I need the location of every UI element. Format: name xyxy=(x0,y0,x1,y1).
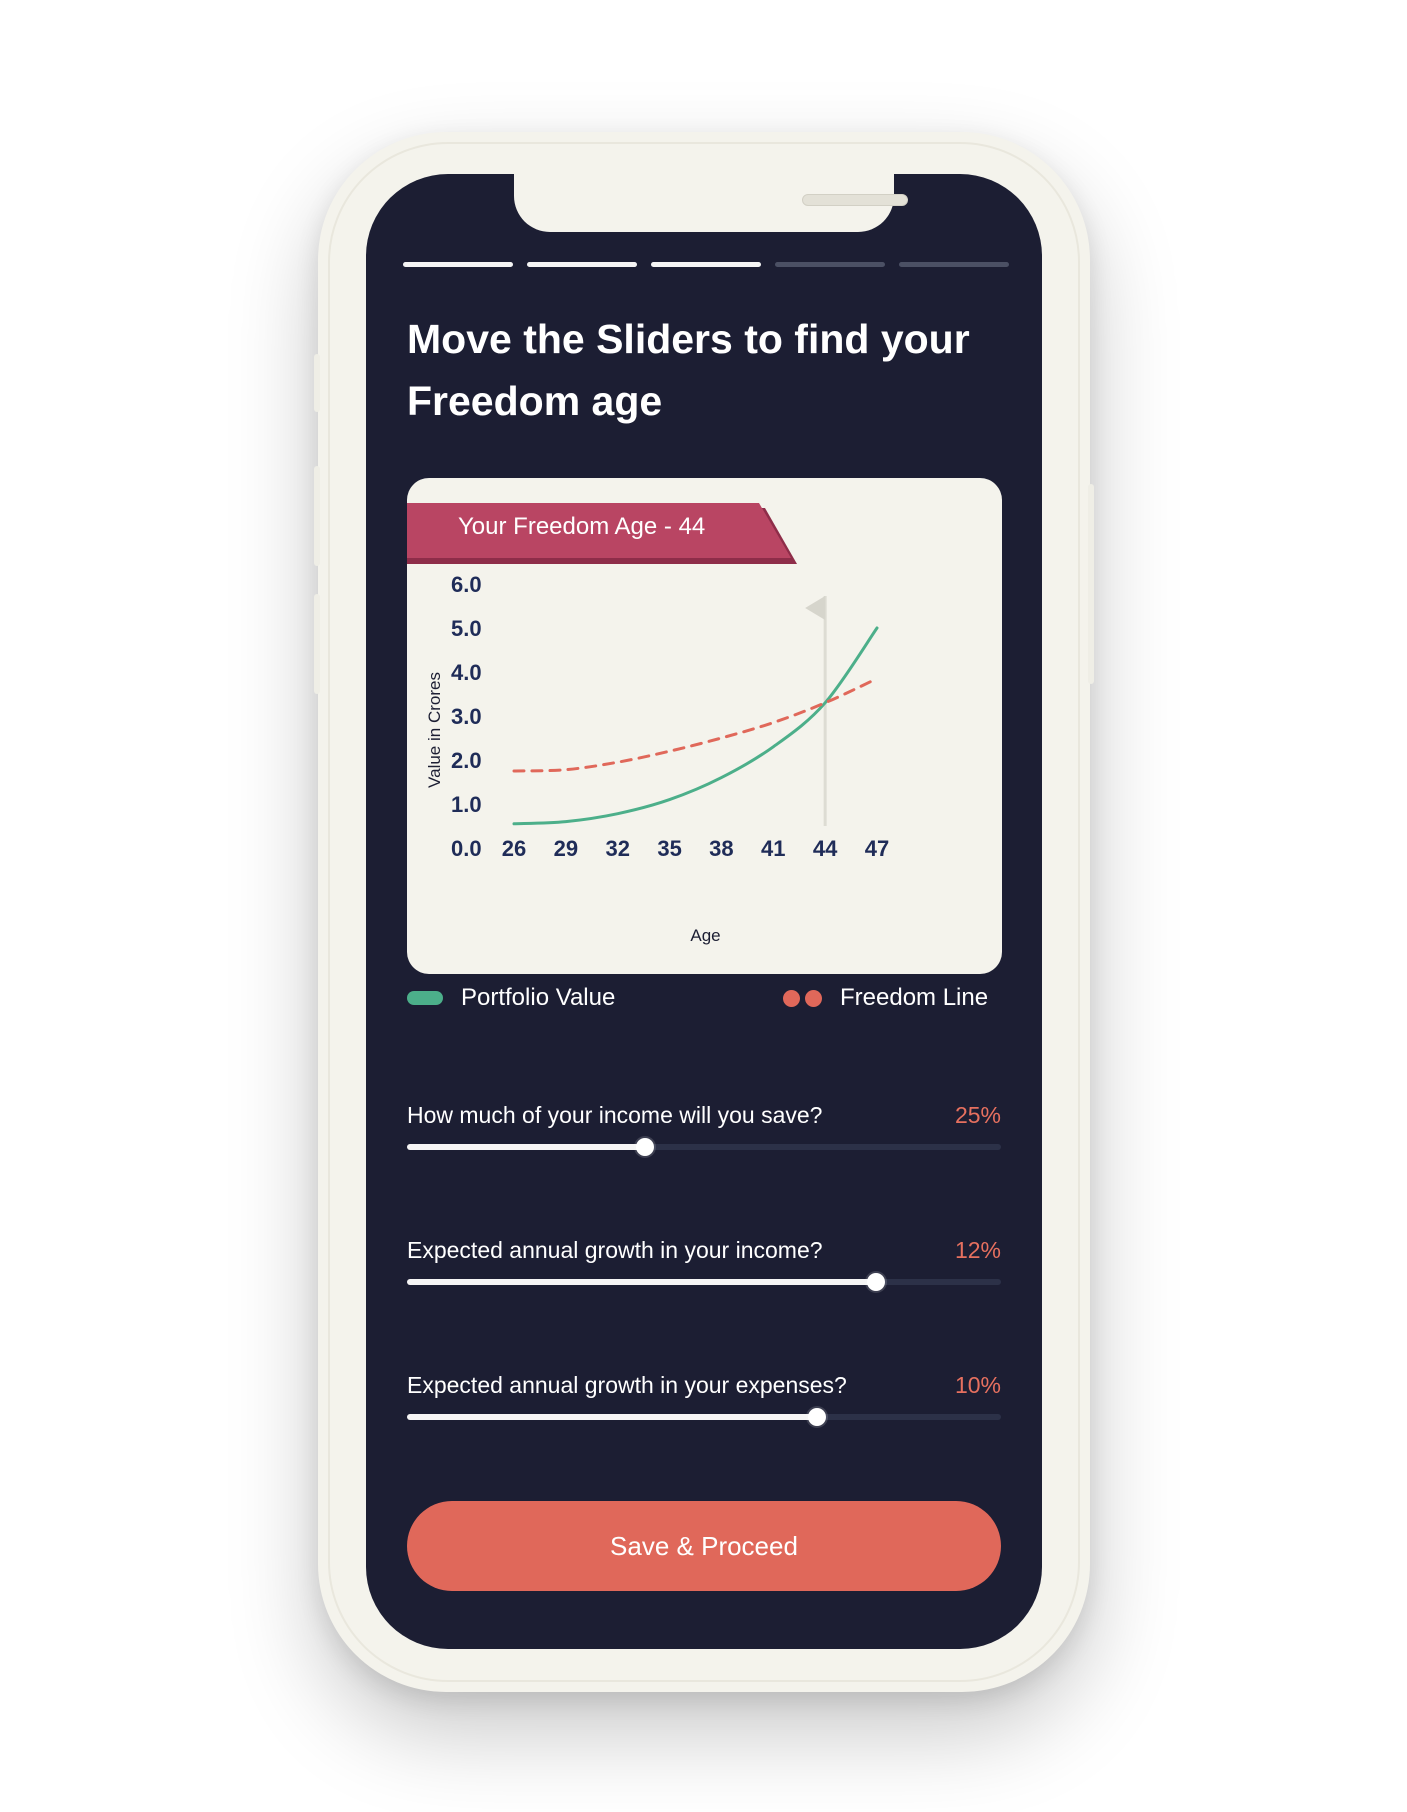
income-growth-slider-label: Expected annual growth in your income? xyxy=(407,1237,823,1263)
notch xyxy=(514,174,908,232)
speaker-grille xyxy=(802,194,908,206)
y-tick-label: 2.0 xyxy=(451,748,482,773)
progress-step-3 xyxy=(651,262,761,267)
income-growth-slider-group: Expected annual growth in your income? 1… xyxy=(407,1235,1001,1315)
x-tick-label: 44 xyxy=(813,836,838,861)
savings-slider-label: How much of your income will you save? xyxy=(407,1102,823,1128)
savings-slider-group: How much of your income will you save? 2… xyxy=(407,1100,1001,1180)
y-tick-label: 4.0 xyxy=(451,660,482,685)
x-tick-label: 26 xyxy=(502,836,526,861)
x-tick-label: 47 xyxy=(865,836,889,861)
expense-growth-slider-thumb[interactable] xyxy=(807,1408,826,1426)
freedom-chart-card: 0.0 1.0 2.0 3.0 4.0 5.0 6.0 26 29 32 35 38 41 44 47 Age… xyxy=(407,478,1002,974)
progress-step-2 xyxy=(527,262,637,267)
income-growth-slider-thumb[interactable] xyxy=(867,1273,886,1291)
income-growth-slider-value: 12% xyxy=(954,1237,1001,1263)
y-tick-label: 6.0 xyxy=(451,572,482,597)
y-tick-label: 1.0 xyxy=(451,792,482,817)
y-axis-title: Value in Crores xyxy=(425,672,444,788)
legend-freedom: Freedom Line xyxy=(783,981,988,1015)
y-tick-label: 0.0 xyxy=(451,836,482,861)
progress-steps xyxy=(403,262,1009,268)
app-screen: Move the Sliders to find your Freedom ag… xyxy=(366,174,1042,1649)
legend-portfolio-label: Portfolio Value xyxy=(461,984,616,1011)
expense-growth-slider-label: Expected annual growth in your expenses? xyxy=(407,1372,847,1398)
expense-growth-slider[interactable] xyxy=(407,1408,1001,1426)
power-button xyxy=(1088,484,1094,684)
legend-freedom-label: Freedom Line xyxy=(840,984,989,1011)
portfolio-swatch xyxy=(407,991,443,1005)
save-proceed-button[interactable]: Save & Proceed xyxy=(407,1501,1001,1591)
freedom-swatch xyxy=(783,989,822,1007)
savings-slider-fill xyxy=(407,1144,645,1150)
y-tick-label: 5.0 xyxy=(451,616,482,641)
flag-icon xyxy=(805,596,826,620)
mute-switch xyxy=(314,354,320,412)
x-tick-label: 38 xyxy=(709,836,733,861)
x-tick-label: 32 xyxy=(605,836,629,861)
savings-slider-value: 25% xyxy=(954,1102,1001,1128)
volume-down-button xyxy=(314,594,320,694)
progress-step-5 xyxy=(899,262,1009,267)
freedom-chart: 0.0 1.0 2.0 3.0 4.0 5.0 6.0 26 29 32 35 38 41 44 47 Age… xyxy=(407,503,889,945)
progress-step-4 xyxy=(775,262,885,267)
expense-growth-slider-value: 10% xyxy=(954,1372,1001,1398)
savings-slider-thumb[interactable] xyxy=(635,1138,654,1156)
x-tick-label: 29 xyxy=(554,836,578,861)
portfolio-value-line xyxy=(512,626,879,826)
page-title: Move the Sliders to find your Freedom ag… xyxy=(407,316,970,424)
income-growth-slider[interactable] xyxy=(407,1273,1001,1291)
x-axis-title: Age xyxy=(690,926,720,945)
expense-growth-slider-group: Expected annual growth in your expenses?… xyxy=(407,1370,1001,1450)
expense-growth-slider-fill xyxy=(407,1414,817,1420)
x-tick-label: 35 xyxy=(657,836,681,861)
freedom-age-label: Your Freedom Age - 44 xyxy=(458,513,706,540)
legend-portfolio: Portfolio Value xyxy=(407,981,615,1015)
progress-step-1 xyxy=(403,262,513,267)
savings-slider[interactable] xyxy=(407,1138,1001,1156)
volume-up-button xyxy=(314,466,320,566)
mockup-stage: Move the Sliders to find your Freedom ag… xyxy=(0,0,1407,1812)
x-tick-label: 41 xyxy=(761,836,785,861)
freedom-line xyxy=(512,677,879,773)
phone-frame: Move the Sliders to find your Freedom ag… xyxy=(314,132,1094,1692)
income-growth-slider-fill xyxy=(407,1279,877,1285)
y-tick-label: 3.0 xyxy=(451,704,482,729)
